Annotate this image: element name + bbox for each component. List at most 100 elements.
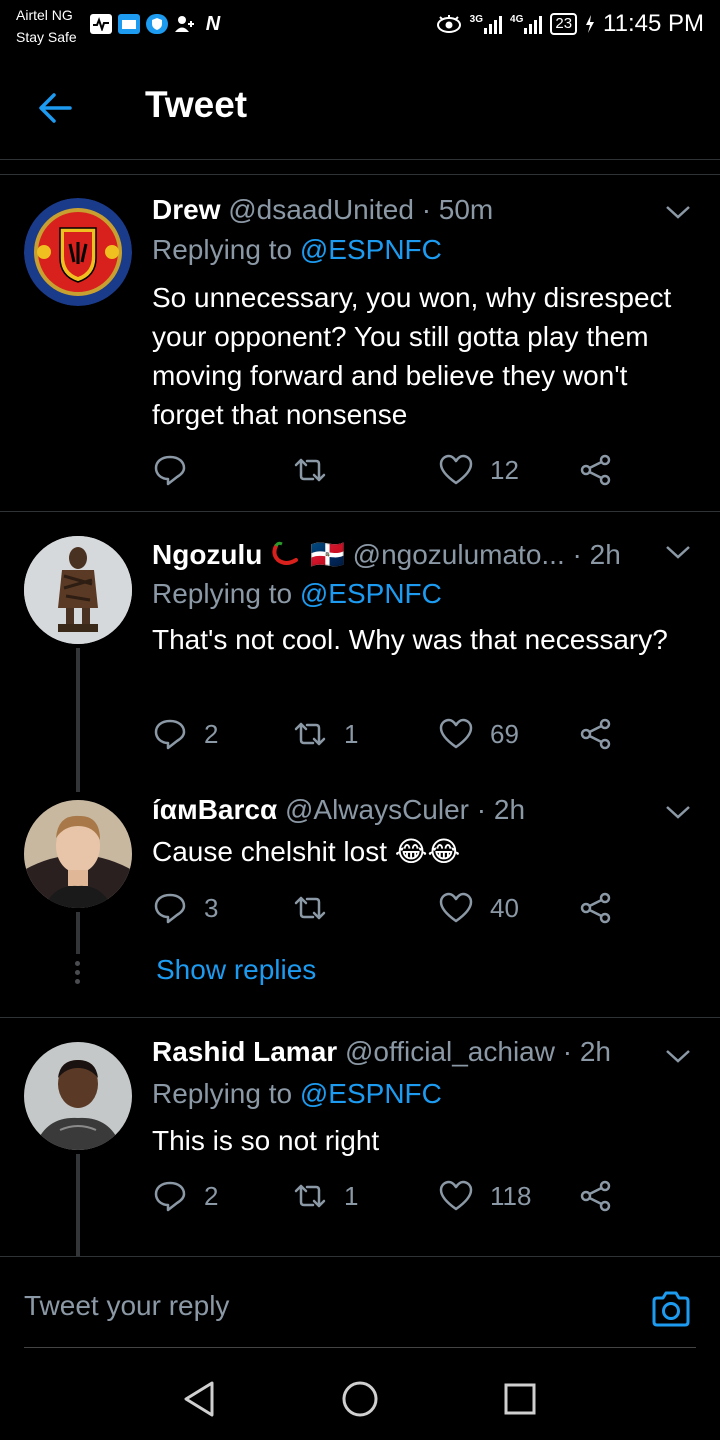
tweet-header: Ngozulu 🇩🇴 @ngozulumato... · 2h	[152, 538, 660, 571]
replying-to-handle[interactable]: @ESPNFC	[300, 234, 442, 265]
retweet-icon	[294, 722, 326, 746]
reply-icon	[154, 1181, 186, 1212]
replying-to-handle[interactable]: @ESPNFC	[300, 1078, 442, 1109]
avatar[interactable]	[24, 198, 132, 306]
nav-recents-icon[interactable]	[500, 1379, 540, 1419]
app-bar: Tweet	[0, 52, 720, 160]
reply-button[interactable]: 2	[152, 1178, 218, 1214]
like-count: 69	[490, 718, 519, 749]
thread-line	[76, 648, 80, 792]
like-count: 40	[490, 892, 519, 923]
tweet-text: Cause chelshit lost 😂😂	[152, 836, 461, 867]
status-bar: Airtel NG Stay Safe N 3G 4G 23 11:45 PM	[0, 0, 720, 52]
tweet-actions: 12	[152, 452, 632, 492]
reply-count: 2	[204, 1180, 219, 1211]
chevron-down-icon[interactable]	[664, 802, 692, 822]
like-button[interactable]: 40	[438, 890, 519, 926]
reply-button[interactable]: 3	[152, 890, 218, 926]
carrier-name: Airtel NG	[16, 7, 73, 23]
network-indicator-2: 4G	[510, 14, 543, 34]
carrier-tagline: Stay Safe	[16, 29, 77, 45]
signal-icon	[484, 14, 503, 34]
reply-button[interactable]	[152, 452, 204, 488]
reply-input[interactable]: Tweet your reply	[24, 1290, 229, 1322]
back-button[interactable]	[34, 86, 78, 130]
manchester-united-crest-icon	[24, 198, 132, 306]
arrow-left-icon	[39, 93, 72, 123]
like-count: 12	[490, 454, 519, 485]
tweet-time[interactable]: · 2h	[573, 539, 621, 570]
statue-image-icon	[24, 536, 132, 644]
like-button[interactable]: 118	[438, 1178, 531, 1214]
share-icon	[580, 1180, 611, 1212]
retweet-button[interactable]: 1	[292, 1178, 358, 1214]
retweet-icon	[294, 896, 326, 920]
nav-back-icon[interactable]	[180, 1379, 220, 1419]
like-button[interactable]: 12	[438, 452, 519, 488]
thread-line	[76, 1154, 80, 1256]
tweet-card[interactable]: Drew @dsaadUnited · 50m Replying to @ESP…	[0, 174, 720, 510]
tweet-time[interactable]: · 2h	[563, 1036, 611, 1067]
replying-to: Replying to @ESPNFC	[152, 578, 442, 610]
chevron-down-icon[interactable]	[664, 1046, 692, 1066]
like-button[interactable]: 69	[438, 716, 519, 752]
tweet-card[interactable]: Ngozulu 🇩🇴 @ngozulumato... · 2h Replying…	[0, 512, 720, 792]
user-display-name[interactable]: Ngozulu	[152, 539, 262, 570]
user-handle[interactable]: @AlwaysCuler	[285, 794, 469, 825]
user-handle[interactable]: @dsaadUnited	[228, 194, 414, 225]
avatar[interactable]	[24, 1042, 132, 1150]
share-icon	[580, 892, 611, 924]
chevron-down-icon[interactable]	[664, 202, 692, 222]
reply-button[interactable]: 2	[152, 716, 218, 752]
tweet-card[interactable]: Rashid Lamar @official_achiaw · 2h Reply…	[0, 1018, 720, 1256]
user-display-name[interactable]: Rashid Lamar	[152, 1036, 337, 1067]
share-button[interactable]	[578, 716, 614, 752]
tweet-actions: 3 40	[152, 890, 632, 930]
camera-button[interactable]	[650, 1288, 692, 1330]
share-button[interactable]	[578, 890, 614, 926]
user-display-name[interactable]: íαмBarcα	[152, 794, 277, 825]
retweet-button[interactable]	[292, 890, 344, 926]
activity-icon	[90, 14, 112, 34]
tweet-time[interactable]: · 50m	[422, 194, 494, 225]
show-replies-link[interactable]: Show replies	[156, 954, 316, 986]
user-handle[interactable]: @official_achiaw	[345, 1036, 555, 1067]
network-indicator-1: 3G	[470, 14, 503, 34]
notification-icons: N	[90, 13, 224, 35]
thread-dots	[75, 961, 80, 988]
heart-icon	[439, 454, 473, 485]
shield-icon	[146, 14, 168, 34]
reply-icon	[154, 455, 186, 486]
battery-level: 23	[550, 13, 578, 35]
avatar[interactable]	[24, 800, 132, 908]
heart-icon	[439, 718, 473, 749]
replying-to-label: Replying to	[152, 234, 293, 265]
person-photo-icon	[24, 1042, 132, 1150]
signal-icon	[524, 14, 543, 34]
system-status: 3G 4G 23 11:45 PM	[436, 10, 704, 38]
replying-to-handle[interactable]: @ESPNFC	[300, 578, 442, 609]
share-button[interactable]	[578, 1178, 614, 1214]
chevron-down-icon[interactable]	[664, 542, 692, 562]
retweet-icon	[294, 458, 326, 482]
add-user-icon	[174, 14, 196, 34]
tweet-actions: 2 1 118	[152, 1178, 632, 1218]
user-handle[interactable]: @ngozulumato...	[353, 539, 565, 570]
tweet-header: íαмBarcα @AlwaysCuler · 2h	[152, 794, 660, 826]
tweet-actions: 2 1 69	[152, 716, 632, 756]
retweet-button[interactable]	[292, 452, 344, 488]
retweet-count: 1	[344, 718, 359, 749]
avatar[interactable]	[24, 536, 132, 644]
clock: 11:45 PM	[603, 10, 704, 37]
system-nav-bar	[0, 1355, 720, 1440]
tweet-time[interactable]: · 2h	[477, 794, 525, 825]
eye-comfort-icon	[436, 15, 461, 33]
replying-to: Replying to @ESPNFC	[152, 234, 442, 266]
share-button[interactable]	[578, 452, 614, 488]
replying-to-label: Replying to	[152, 1078, 293, 1109]
nav-home-icon[interactable]	[340, 1379, 380, 1419]
user-display-name[interactable]: Drew	[152, 194, 220, 225]
tweet-card[interactable]: íαмBarcα @AlwaysCuler · 2h Cause chelshi…	[0, 776, 720, 1016]
retweet-button[interactable]: 1	[292, 716, 358, 752]
reply-count: 3	[204, 892, 219, 923]
